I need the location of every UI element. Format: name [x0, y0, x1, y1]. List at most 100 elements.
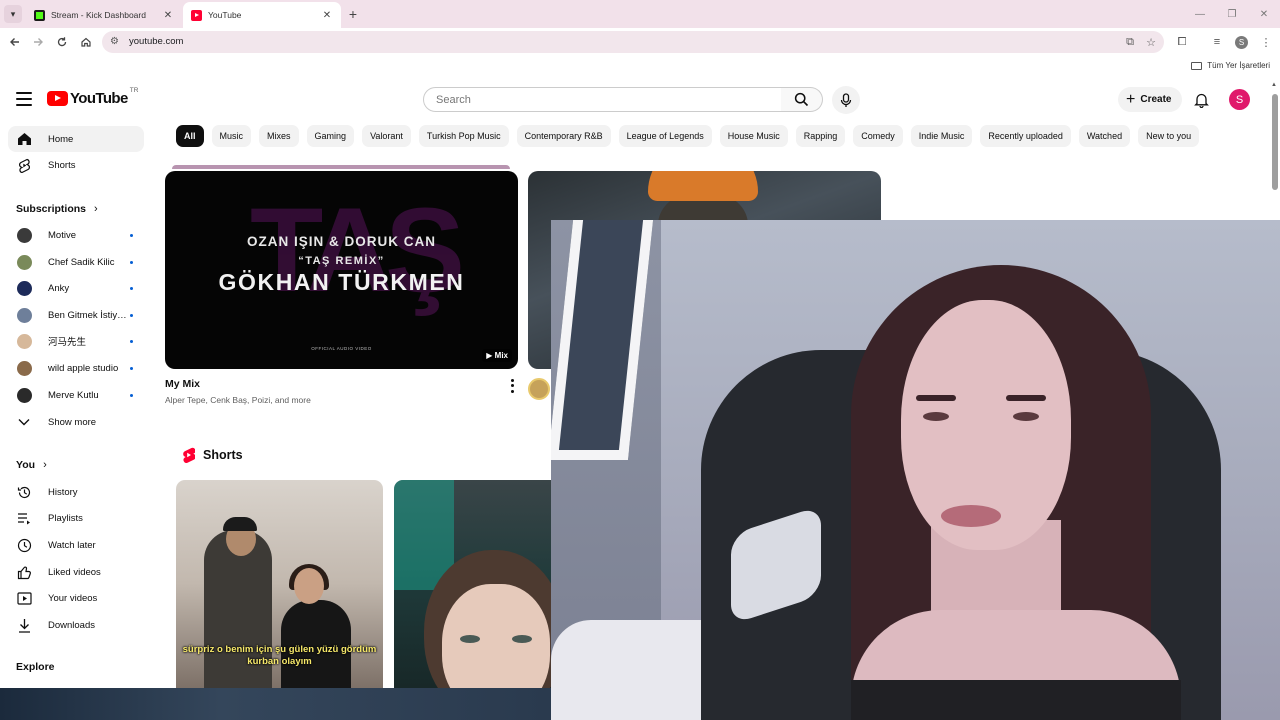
channel-avatar — [16, 333, 32, 349]
browser-menu-icon[interactable]: ⋮ — [1258, 34, 1274, 50]
chip-mixes[interactable]: Mixes — [259, 125, 299, 147]
thumbnail-figure — [204, 530, 272, 710]
restore-icon[interactable]: ❐ — [1216, 0, 1248, 28]
history-icon — [16, 484, 32, 500]
chip-indie-music[interactable]: Indie Music — [910, 125, 973, 147]
sidebar-item-subscription[interactable]: wild apple studio — [8, 355, 144, 381]
new-content-dot — [130, 286, 133, 290]
webcam-person — [923, 412, 949, 421]
browser-tab-youtube[interactable]: YouTube ✕ — [183, 2, 341, 28]
all-bookmarks-button[interactable]: Tüm Yer İşaretleri — [1191, 61, 1270, 70]
new-content-dot — [130, 233, 133, 237]
back-arrow-icon[interactable] — [5, 32, 25, 52]
chip-all[interactable]: All — [176, 125, 204, 147]
browser-profile-avatar[interactable]: S — [1235, 35, 1248, 49]
webcam-person — [916, 395, 956, 401]
extensions-icon[interactable]: ⧠ — [1174, 34, 1190, 50]
sidebar-item-subscription[interactable]: Ben Gitmek İstiyorum — [8, 302, 144, 328]
scrollbar-thumb[interactable] — [1272, 94, 1278, 190]
chip-new-to-you[interactable]: New to you — [1138, 125, 1200, 147]
sidebar-item-subscription[interactable]: Anky — [8, 275, 144, 301]
chip-contemporary-rnb[interactable]: Contemporary R&B — [516, 125, 611, 147]
video-title[interactable]: My Mix — [165, 378, 200, 390]
sidebar-item-subscription[interactable]: Chef Sadik Kilic — [8, 249, 144, 275]
chip-music[interactable]: Music — [211, 125, 252, 147]
site-info-icon[interactable]: ⚙ — [110, 36, 119, 47]
thumbnail-figure — [460, 635, 480, 643]
you-heading[interactable]: You › — [16, 459, 47, 471]
menu-icon[interactable] — [16, 92, 32, 106]
address-bar[interactable]: ⚙ youtube.com ⧉ ☆ — [102, 31, 1164, 53]
webcam-person — [1006, 395, 1046, 401]
search-button[interactable] — [781, 87, 823, 112]
channel-avatar — [16, 227, 32, 243]
window-controls: — ❐ ✕ — [1184, 0, 1280, 28]
sidebar-item-liked-videos[interactable]: Liked videos — [8, 559, 144, 585]
close-icon[interactable]: ✕ — [162, 10, 174, 21]
chip-gaming[interactable]: Gaming — [306, 125, 355, 147]
sidebar-item-label: Shorts — [48, 159, 76, 171]
home-icon[interactable] — [76, 32, 96, 52]
tab-search-button[interactable]: ▾ — [4, 5, 22, 23]
chip-turkish-pop-music[interactable]: Turkish Pop Music — [418, 125, 509, 147]
channel-name: wild apple studio — [48, 362, 119, 374]
voice-search-button[interactable] — [832, 86, 860, 114]
sidebar-item-subscription[interactable]: Motive — [8, 222, 144, 248]
account-avatar[interactable]: S — [1229, 89, 1250, 110]
new-content-dot — [130, 339, 133, 343]
microphone-icon — [840, 92, 852, 107]
reload-icon[interactable] — [52, 32, 72, 52]
create-button[interactable]: + Create — [1118, 87, 1183, 112]
chip-house-music[interactable]: House Music — [719, 125, 788, 147]
close-icon[interactable]: ✕ — [321, 10, 333, 21]
install-app-icon[interactable]: ⧉ — [1126, 36, 1134, 49]
shorts-title: Shorts — [203, 448, 243, 462]
sidebar-item-watch-later[interactable]: Watch later — [8, 532, 144, 558]
country-code: TR — [129, 87, 139, 94]
browser-tab-kick[interactable]: Stream - Kick Dashboard ✕ — [26, 2, 182, 28]
notifications-bell-icon[interactable] — [1190, 89, 1212, 111]
sidebar-item-history[interactable]: History — [8, 479, 144, 505]
channel-avatar — [16, 307, 32, 323]
home-icon — [16, 131, 32, 147]
chip-recently-uploaded[interactable]: Recently uploaded — [980, 125, 1071, 147]
bookmark-star-icon[interactable]: ☆ — [1146, 36, 1156, 49]
sidebar-item-shorts[interactable]: Shorts — [8, 152, 144, 178]
sidebar-item-playlists[interactable]: Playlists — [8, 505, 144, 531]
browser-toolbar: ⚙ youtube.com ⧉ ☆ ⧠ ≡ S ⋮ — [0, 28, 1280, 56]
sidebar-item-subscription[interactable]: Merve Kutlu — [8, 382, 144, 408]
scroll-up-arrow-icon[interactable]: ▲ — [1271, 82, 1277, 88]
subscriptions-heading[interactable]: Subscriptions › — [16, 203, 98, 215]
sidebar-item-show-more[interactable]: Show more — [8, 409, 144, 435]
short-thumbnail[interactable]: sürpriz o benim için şu gülen yüzü gördü… — [176, 480, 383, 710]
sidebar-item-home[interactable]: Home — [8, 126, 144, 152]
chip-valorant[interactable]: Valorant — [362, 125, 411, 147]
search-input[interactable] — [436, 93, 781, 106]
chip-league-of-legends[interactable]: League of Legends — [618, 125, 712, 147]
sidebar-item-your-videos[interactable]: Your videos — [8, 585, 144, 611]
chip-watched[interactable]: Watched — [1078, 125, 1131, 147]
chevron-down-icon — [16, 414, 32, 430]
minimize-icon[interactable]: — — [1184, 0, 1216, 28]
new-tab-button[interactable]: + — [345, 5, 361, 23]
sidebar-item-label: Home — [48, 133, 74, 145]
short-caption: sürpriz o benim için şu gülen yüzü gördü… — [182, 644, 377, 667]
chip-rapping[interactable]: Rapping — [795, 125, 846, 147]
forward-arrow-icon[interactable] — [28, 32, 48, 52]
create-label: Create — [1140, 94, 1172, 105]
channel-name: Anky — [48, 282, 70, 294]
media-control-icon[interactable]: ≡ — [1209, 34, 1225, 50]
all-bookmarks-label: Tüm Yer İşaretleri — [1207, 61, 1270, 70]
close-window-icon[interactable]: ✕ — [1248, 0, 1280, 28]
sidebar-item-downloads[interactable]: Downloads — [8, 612, 144, 638]
address-url: youtube.com — [129, 36, 184, 47]
youtube-logo[interactable]: YouTube TR — [47, 87, 139, 107]
more-actions-icon[interactable] — [505, 378, 519, 394]
sidebar-item-subscription[interactable]: 河马先生 — [8, 328, 144, 354]
plus-icon: + — [1126, 90, 1136, 108]
youtube-masthead: YouTube TR + Create S — [0, 80, 1280, 120]
chip-comedy[interactable]: Comedy — [853, 125, 903, 147]
filter-chips-bar: All Music Mixes Gaming Valorant Turkish … — [176, 125, 1200, 147]
channel-avatar[interactable] — [528, 378, 550, 400]
mix-thumbnail[interactable]: TAŞ OZAN IŞIN & DORUK CAN “TAŞ REMİX” GÖ… — [165, 171, 518, 369]
